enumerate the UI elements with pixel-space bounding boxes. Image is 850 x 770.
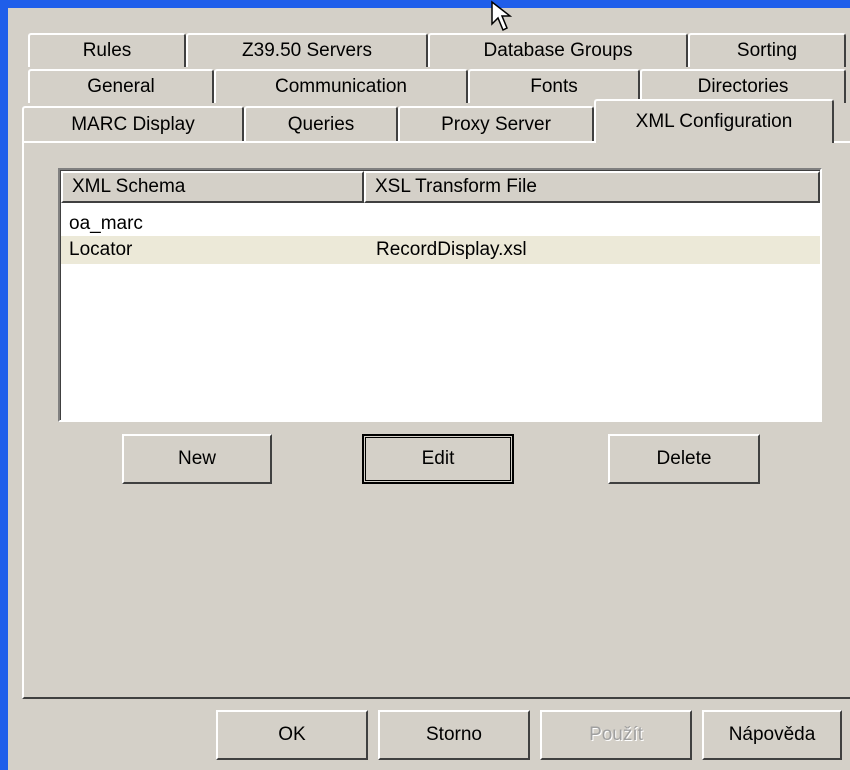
list-item-schema: oa_marc	[69, 213, 143, 234]
list-item-schema: Locator	[69, 239, 133, 260]
new-button-label: New	[177, 448, 216, 469]
cancel-button-label: Storno	[426, 724, 482, 745]
column-header-xsl-transform[interactable]: XSL Transform File	[364, 171, 820, 203]
tab-rules[interactable]: Rules	[28, 33, 186, 67]
help-button[interactable]: Nápověda	[702, 710, 842, 760]
tab-proxy-server[interactable]: Proxy Server	[398, 106, 594, 142]
tab-database-groups[interactable]: Database Groups	[428, 33, 688, 67]
delete-button-label: Delete	[656, 448, 712, 469]
delete-button[interactable]: Delete	[608, 434, 760, 484]
window-frame-left	[0, 0, 8, 770]
tab-fonts[interactable]: Fonts	[468, 69, 640, 103]
tab-xml-configuration[interactable]: XML Configuration	[594, 99, 834, 143]
list-header: XML Schema XSL Transform File	[61, 171, 820, 203]
tab-general[interactable]: General	[28, 69, 214, 103]
tab-z3950-servers[interactable]: Z39.50 Servers	[186, 33, 428, 67]
tab-queries[interactable]: Queries	[244, 106, 398, 142]
apply-button-label: Použít	[589, 724, 643, 745]
xml-config-list[interactable]: XML Schema XSL Transform File oa_marc Lo…	[58, 168, 822, 422]
ok-button-label: OK	[278, 724, 306, 745]
tab-sorting[interactable]: Sorting	[688, 33, 846, 67]
column-header-xml-schema[interactable]: XML Schema	[61, 171, 364, 203]
tab-directories[interactable]: Directories	[640, 69, 846, 103]
list-item[interactable]: Locator RecordDisplay.xsl	[61, 236, 820, 264]
cancel-button[interactable]: Storno	[378, 710, 530, 760]
help-button-label: Nápověda	[728, 724, 816, 745]
tab-marc-display[interactable]: MARC Display	[22, 106, 244, 142]
tab-communication[interactable]: Communication	[214, 69, 468, 103]
edit-button-label: Edit	[421, 448, 455, 469]
apply-button[interactable]: Použít	[540, 710, 692, 760]
edit-button[interactable]: Edit	[362, 434, 514, 484]
new-button[interactable]: New	[122, 434, 272, 484]
list-item[interactable]: oa_marc	[61, 210, 820, 238]
window-frame-top	[0, 0, 850, 8]
list-item-xsl: RecordDisplay.xsl	[376, 239, 527, 260]
mouse-cursor-icon	[491, 0, 513, 32]
ok-button[interactable]: OK	[216, 710, 368, 760]
